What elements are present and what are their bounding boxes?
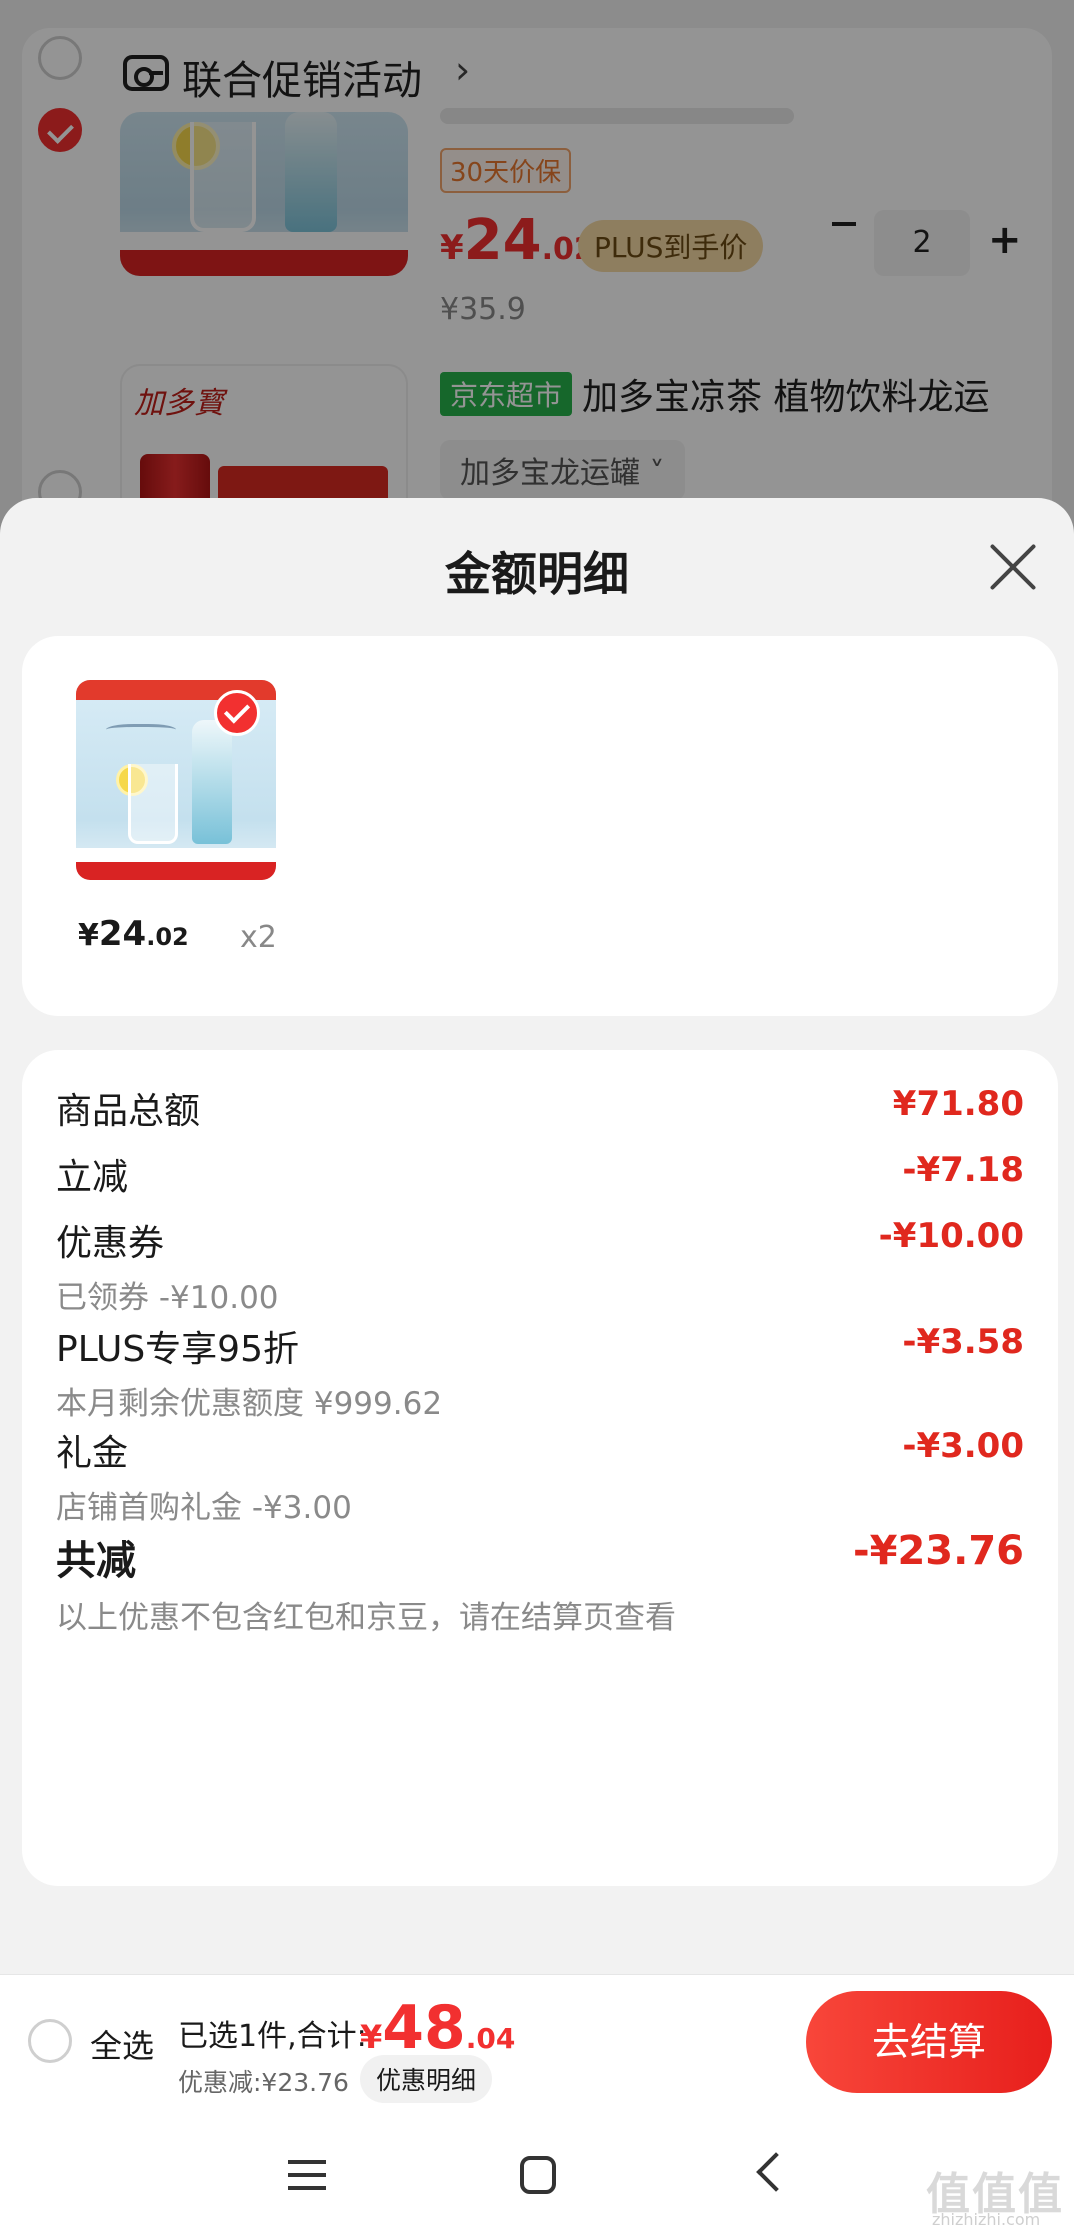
glass-graphic: [128, 764, 178, 844]
total-price: ¥48.04: [360, 1993, 516, 2063]
price-breakdown-card: 商品总额 ¥71.80 立减 -¥7.18 优惠券 -¥10.00 已领券 -¥…: [22, 1050, 1058, 1886]
total-discount-value: -¥23.76: [853, 1528, 1024, 1574]
thumbnail-banner-white: [76, 848, 276, 862]
row-gift-money-label: 礼金: [56, 1433, 129, 1474]
home-icon[interactable]: [520, 2156, 556, 2194]
row-instant-discount-value: -¥7.18: [902, 1150, 1024, 1190]
sheet-title: 金额明细: [445, 547, 629, 601]
checkout-bar: 全选 已选1件,合计: ¥48.04 优惠减:¥23.76 优惠明细 去结算: [0, 1974, 1074, 2108]
item-quantity: x2: [240, 920, 277, 955]
row-coupon-label: 优惠券: [56, 1223, 165, 1264]
watermark-url: zhizhizhi.com: [932, 2210, 1041, 2229]
row-coupon-value: -¥10.00: [878, 1216, 1024, 1256]
row-plus-discount-value: -¥3.58: [902, 1322, 1024, 1362]
row-goods-total-label: 商品总额: [56, 1091, 201, 1132]
bottle-graphic: [192, 720, 232, 844]
amount-detail-sheet: 金额明细 ¥24.02 x2 商品总额 ¥71.80 立减 -¥7.18 优惠券…: [0, 498, 1074, 1974]
discount-summary: 优惠减:¥23.76: [178, 2068, 349, 2097]
close-icon[interactable]: [988, 542, 1038, 592]
row-plus-discount-label: PLUS专享95折: [56, 1329, 299, 1370]
selected-summary-label: 已选1件,合计:: [178, 2019, 367, 2054]
row-gift-money-value: -¥3.00: [902, 1426, 1024, 1466]
select-all-label[interactable]: 全选: [90, 2021, 154, 2067]
row-plus-discount-detail: 本月剩余优惠额度 ¥999.62: [56, 1386, 443, 1422]
selected-items-card: ¥24.02 x2: [22, 636, 1058, 1016]
back-icon[interactable]: [756, 2152, 796, 2192]
select-all-checkbox[interactable]: [28, 2019, 72, 2063]
checkout-button[interactable]: 去结算: [806, 1991, 1052, 2093]
system-navigation-bar: 值值值 zhizhizhi.com: [0, 2108, 1074, 2239]
row-gift-money-detail: 店铺首购礼金 -¥3.00: [56, 1490, 352, 1526]
row-coupon-detail: 已领券 -¥10.00: [56, 1280, 279, 1316]
row-instant-discount-label: 立减: [56, 1157, 129, 1198]
thumbnail-banner-red: [76, 862, 276, 880]
thumbnail-script-text: [106, 724, 176, 738]
modal-backdrop[interactable]: [0, 0, 1074, 560]
recent-apps-icon[interactable]: [288, 2160, 326, 2190]
total-discount-note: 以上优惠不包含红包和京豆，请在结算页查看: [56, 1600, 676, 1636]
total-discount-label: 共减: [56, 1538, 136, 1584]
selected-check-icon: [214, 690, 260, 736]
discount-detail-button[interactable]: 优惠明细: [360, 2055, 493, 2103]
item-price: ¥24.02: [78, 914, 189, 954]
row-goods-total-value: ¥71.80: [892, 1084, 1024, 1124]
